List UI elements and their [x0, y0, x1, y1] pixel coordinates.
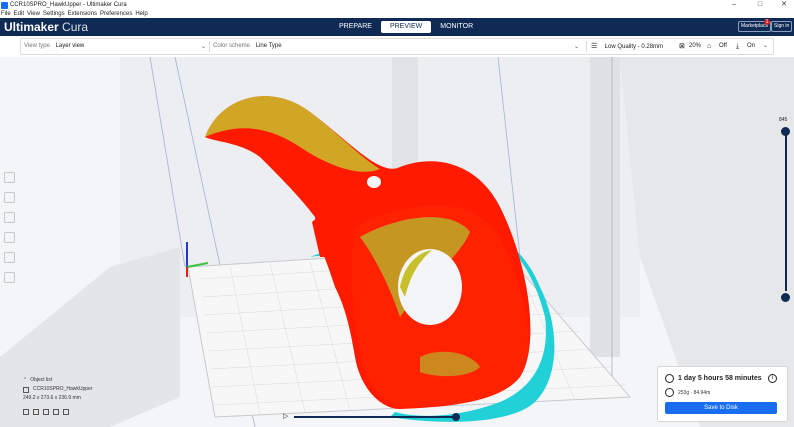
pencil-icon — [23, 386, 29, 393]
path-slider-track[interactable] — [294, 416, 457, 418]
color-scheme-selector[interactable]: Color scheme Line Type — [213, 39, 282, 54]
clock-icon — [665, 374, 674, 383]
color-scheme-label: Color scheme — [213, 43, 251, 49]
object-list: ⌃ Object list CCR10SPRO_HawkUpper 249.2 … — [23, 376, 92, 416]
scale-tool-icon[interactable] — [4, 192, 15, 203]
menu-file[interactable]: File — [1, 10, 11, 18]
chevron-up-icon: ⌃ — [23, 377, 28, 383]
preview-toolbar: View type Layer view ⌄ Color scheme Line… — [20, 38, 774, 55]
app-header: Ultimaker Cura PREPARE PREVIEW MONITOR M… — [0, 18, 794, 36]
menu-edit[interactable]: Edit — [14, 10, 24, 18]
print-time: 1 day 5 hours 58 minutes — [678, 375, 762, 382]
mirror-tool-icon[interactable] — [4, 232, 15, 243]
adhesion-value: On — [747, 43, 756, 49]
left-view-icon[interactable] — [53, 408, 59, 415]
printer-frame-upright — [590, 57, 620, 357]
path-slider-handle[interactable] — [452, 413, 460, 421]
tab-monitor[interactable]: MONITOR — [431, 21, 482, 33]
toolbar-divider — [586, 41, 587, 52]
layer-slider-track[interactable] — [785, 131, 787, 291]
object-name: CCR10SPRO_HawkUpper — [33, 386, 93, 392]
window-title: CCR10SPRO_HawkUpper - Ultimaker Cura — [10, 2, 127, 8]
adhesion-icon: ⤓ — [736, 43, 740, 50]
object-list-item[interactable]: CCR10SPRO_HawkUpper — [23, 385, 92, 394]
marketplace-badge: 1 — [764, 19, 770, 25]
tab-preview[interactable]: PREVIEW — [380, 21, 432, 33]
brand-product: Cura — [62, 20, 89, 34]
right-view-icon[interactable] — [63, 408, 69, 415]
color-scheme-value: Line Type — [255, 43, 282, 49]
tool-column — [4, 172, 17, 292]
view-type-value: Layer view — [55, 43, 85, 49]
layer-top-handle[interactable] — [781, 127, 790, 136]
settings-sliders-icon: ☰ — [591, 43, 598, 50]
print-settings-selector[interactable]: ☰ Low Quality - 0.28mm ⊠ 20% ⌂ Off ⤓ On … — [591, 39, 775, 54]
object-list-header[interactable]: ⌃ Object list — [23, 376, 92, 385]
material-estimate: 253g · 84.94m — [678, 390, 711, 396]
save-to-disk-button[interactable]: Save to Disk — [665, 402, 777, 414]
spool-icon — [665, 388, 674, 397]
top-view-icon[interactable] — [43, 408, 49, 415]
view-type-label: View type — [24, 43, 50, 49]
infill-value: 20% — [689, 43, 702, 49]
brand-name: Ultimaker — [4, 20, 59, 34]
layer-max-number: 845 — [779, 117, 788, 123]
view-orientation-buttons — [23, 407, 92, 416]
front-view-icon[interactable] — [33, 408, 39, 415]
maximize-button[interactable]: □ — [748, 0, 772, 10]
info-icon[interactable]: i — [768, 374, 777, 383]
chevron-down-icon: ⌄ — [201, 44, 207, 50]
object-dimensions: 249.2 x 273.6 x 236.9 mm — [23, 395, 81, 401]
3d-view-icon[interactable] — [23, 408, 29, 415]
object-list-title: Object list — [30, 377, 53, 383]
stage-tabs: PREPARE PREVIEW MONITOR — [330, 21, 482, 33]
tab-prepare[interactable]: PREPARE — [330, 21, 381, 33]
menu-preferences[interactable]: Preferences — [100, 10, 132, 18]
brand-logo: Ultimaker Cura — [4, 20, 88, 34]
minimize-button[interactable]: – — [722, 0, 746, 10]
menu-extensions[interactable]: Extensions — [68, 10, 97, 18]
support-blocker-icon[interactable] — [4, 272, 15, 283]
view-type-selector[interactable]: View type Layer view — [24, 39, 84, 54]
per-model-settings-icon[interactable] — [4, 252, 15, 263]
infill-icon: ⊠ — [679, 43, 685, 50]
toolbar-divider — [209, 41, 210, 52]
cura-app-icon — [1, 1, 8, 9]
signin-button[interactable]: Sign in — [771, 21, 793, 32]
menu-settings[interactable]: Settings — [43, 10, 65, 18]
move-tool-icon[interactable] — [4, 172, 15, 183]
menu-bar: File Edit View Settings Extensions Prefe… — [0, 10, 794, 18]
model-small-hole — [367, 176, 381, 188]
close-button[interactable]: ✕ — [772, 0, 794, 10]
quality-profile: Low Quality - 0.28mm — [604, 44, 664, 50]
support-value: Off — [719, 43, 727, 49]
rotate-tool-icon[interactable] — [4, 212, 15, 223]
layer-bottom-handle[interactable] — [781, 293, 790, 302]
window-titlebar: CCR10SPRO_HawkUpper - Ultimaker Cura – □… — [0, 0, 794, 10]
chevron-down-icon: ⌄ — [574, 44, 580, 50]
print-summary-card: 1 day 5 hours 58 minutes i 253g · 84.94m… — [657, 366, 788, 422]
menu-help[interactable]: Help — [135, 10, 147, 18]
cura-app: CCR10SPRO_HawkUpper - Ultimaker Cura – □… — [0, 0, 794, 427]
menu-view[interactable]: View — [27, 10, 40, 18]
support-icon: ⌂ — [707, 43, 712, 50]
play-icon[interactable]: ▷ — [283, 413, 291, 421]
chevron-down-icon: ⌄ — [763, 43, 769, 49]
